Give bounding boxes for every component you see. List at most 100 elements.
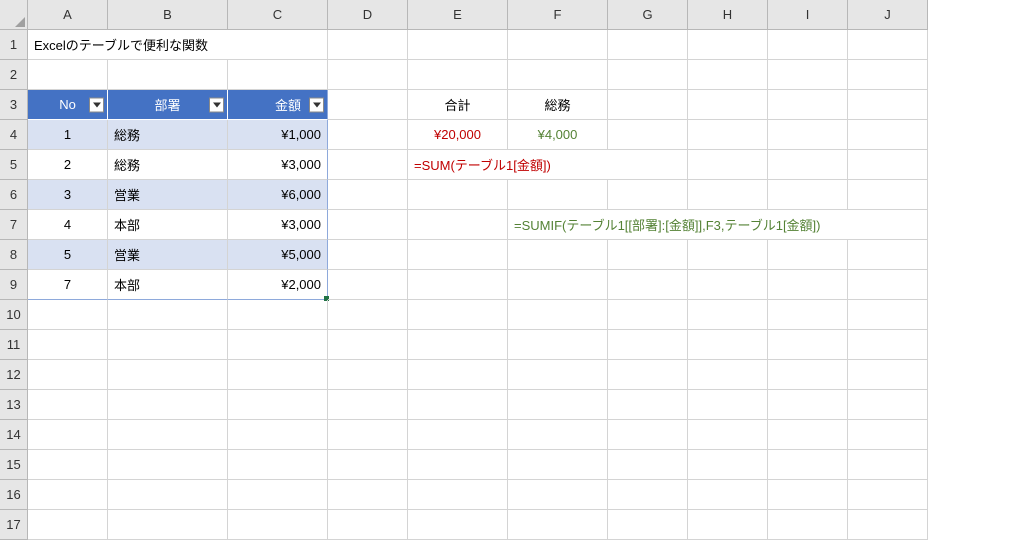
cell[interactable] (848, 480, 928, 510)
cell-F8[interactable] (508, 240, 608, 270)
cell-J1[interactable] (848, 30, 928, 60)
cell-J8[interactable] (848, 240, 928, 270)
cell-I5[interactable] (768, 150, 848, 180)
cell[interactable] (508, 420, 608, 450)
cell-G2[interactable] (608, 60, 688, 90)
row-header-4[interactable]: 4 (0, 120, 28, 150)
cell[interactable] (108, 420, 228, 450)
cell[interactable] (28, 360, 108, 390)
cell-H5[interactable] (688, 150, 768, 180)
cell-C2[interactable] (228, 60, 328, 90)
cell[interactable] (688, 420, 768, 450)
cell-H8[interactable] (688, 240, 768, 270)
table-header-dept[interactable]: 部署 (108, 90, 228, 120)
cell[interactable] (768, 360, 848, 390)
cell[interactable] (768, 480, 848, 510)
cell-I9[interactable] (768, 270, 848, 300)
cell[interactable] (608, 300, 688, 330)
cell[interactable] (608, 510, 688, 540)
table-row[interactable]: 営業 (108, 240, 228, 270)
table-row[interactable]: ¥3,000 (228, 210, 328, 240)
table-row[interactable]: 本部 (108, 210, 228, 240)
cell-F6[interactable] (508, 180, 608, 210)
cell[interactable] (508, 360, 608, 390)
cell-E7[interactable] (408, 210, 508, 240)
cell[interactable] (228, 390, 328, 420)
cell[interactable] (688, 450, 768, 480)
cell[interactable] (608, 330, 688, 360)
cell[interactable] (108, 330, 228, 360)
cell[interactable] (28, 510, 108, 540)
cell[interactable] (328, 390, 408, 420)
cell-D9[interactable] (328, 270, 408, 300)
cell[interactable] (28, 300, 108, 330)
cell-D1[interactable] (328, 30, 408, 60)
table-row[interactable]: ¥6,000 (228, 180, 328, 210)
cell-D2[interactable] (328, 60, 408, 90)
cell-E2[interactable] (408, 60, 508, 90)
cell-I1[interactable] (768, 30, 848, 60)
row-header-15[interactable]: 15 (0, 450, 28, 480)
row-header-16[interactable]: 16 (0, 480, 28, 510)
table-row[interactable]: ¥1,000 (228, 120, 328, 150)
cell[interactable] (108, 510, 228, 540)
cell[interactable] (228, 420, 328, 450)
cell[interactable] (508, 390, 608, 420)
table-header-amount[interactable]: 金額 (228, 90, 328, 120)
cell[interactable] (328, 420, 408, 450)
cell-G6[interactable] (608, 180, 688, 210)
cell-I8[interactable] (768, 240, 848, 270)
cell[interactable] (848, 330, 928, 360)
cell-E9[interactable] (408, 270, 508, 300)
cell[interactable] (608, 360, 688, 390)
cell-J2[interactable] (848, 60, 928, 90)
table-row[interactable]: 総務 (108, 120, 228, 150)
cell[interactable] (768, 300, 848, 330)
col-header-I[interactable]: I (768, 0, 848, 30)
table-row[interactable]: ¥2,000 (228, 270, 328, 300)
row-header-13[interactable]: 13 (0, 390, 28, 420)
cell[interactable] (108, 390, 228, 420)
cell[interactable] (408, 390, 508, 420)
table-row[interactable]: ¥5,000 (228, 240, 328, 270)
row-header-1[interactable]: 1 (0, 30, 28, 60)
cell[interactable] (408, 450, 508, 480)
cell-G4[interactable] (608, 120, 688, 150)
cell-H3[interactable] (688, 90, 768, 120)
cell-F1[interactable] (508, 30, 608, 60)
cell-J9[interactable] (848, 270, 928, 300)
cell[interactable] (28, 420, 108, 450)
table-row[interactable]: 営業 (108, 180, 228, 210)
cell-D5[interactable] (328, 150, 408, 180)
cell[interactable] (508, 510, 608, 540)
cell[interactable] (28, 450, 108, 480)
cell-F9[interactable] (508, 270, 608, 300)
cell-H6[interactable] (688, 180, 768, 210)
table-row[interactable]: 4 (28, 210, 108, 240)
col-header-B[interactable]: B (108, 0, 228, 30)
cell-A1-title[interactable]: Excelのテーブルで便利な関数 (28, 30, 328, 60)
filter-icon[interactable] (89, 97, 104, 112)
row-header-10[interactable]: 10 (0, 300, 28, 330)
cell[interactable] (768, 510, 848, 540)
cell[interactable] (688, 360, 768, 390)
cell-E8[interactable] (408, 240, 508, 270)
cell[interactable] (28, 480, 108, 510)
cell[interactable] (108, 300, 228, 330)
cell[interactable] (848, 360, 928, 390)
table-row[interactable]: 2 (28, 150, 108, 180)
cell[interactable] (228, 300, 328, 330)
cell-F2[interactable] (508, 60, 608, 90)
row-header-7[interactable]: 7 (0, 210, 28, 240)
cell-A2[interactable] (28, 60, 108, 90)
cell[interactable] (848, 450, 928, 480)
cell[interactable] (848, 390, 928, 420)
cell[interactable] (848, 300, 928, 330)
cell-G8[interactable] (608, 240, 688, 270)
cell[interactable] (848, 420, 928, 450)
table-row[interactable]: 1 (28, 120, 108, 150)
cell[interactable] (508, 330, 608, 360)
cell[interactable] (108, 360, 228, 390)
cell-D3[interactable] (328, 90, 408, 120)
row-header-2[interactable]: 2 (0, 60, 28, 90)
